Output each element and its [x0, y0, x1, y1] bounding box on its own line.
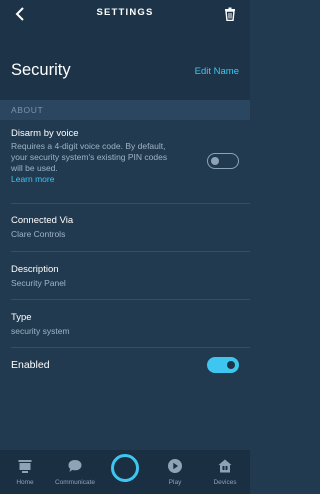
header-title: SETTINGS	[96, 7, 154, 18]
top-bar: SETTINGS	[0, 0, 250, 28]
delete-button[interactable]	[220, 4, 240, 24]
connected-via-label: Connected Via	[11, 215, 74, 226]
description-row: Description Security Panel	[11, 264, 239, 289]
tab-home[interactable]: Home	[0, 456, 50, 486]
play-icon	[168, 459, 182, 473]
tab-play[interactable]: Play	[150, 456, 200, 486]
tab-label: Communicate	[54, 479, 96, 486]
connected-via-value: Clare Controls	[11, 229, 66, 239]
description-value: Security Panel	[11, 278, 66, 288]
connected-via-row: Connected Via Clare Controls	[11, 215, 239, 240]
disarm-label: Disarm by voice	[11, 128, 79, 139]
type-row: Type security system	[11, 312, 239, 337]
divider	[11, 251, 250, 252]
disarm-description-line: Requires a 4-digit voice code. By defaul…	[11, 141, 166, 151]
disarm-by-voice-toggle[interactable]	[207, 153, 239, 169]
enabled-row: Enabled	[11, 359, 239, 371]
tab-label: Home	[16, 479, 34, 486]
section-header-label: ABOUT	[11, 105, 44, 115]
type-value: security system	[11, 326, 70, 336]
description-label: Description	[11, 264, 59, 275]
divider	[11, 347, 250, 348]
toggle-knob	[211, 156, 219, 165]
type-label: Type	[11, 312, 32, 323]
tab-communicate[interactable]: Communicate	[50, 456, 100, 486]
enabled-toggle[interactable]	[207, 357, 239, 373]
trash-icon	[225, 7, 235, 21]
chat-bubble-icon	[68, 460, 82, 472]
disarm-description: Requires a 4-digit voice code. By defaul…	[11, 141, 239, 173]
tab-label: Play	[168, 479, 182, 486]
home-icon	[18, 460, 32, 473]
page-title: Security	[11, 61, 71, 79]
divider	[11, 203, 250, 204]
toggle-knob	[227, 361, 235, 369]
alexa-ring-icon[interactable]	[111, 454, 139, 482]
devices-house-icon	[218, 459, 232, 473]
disarm-description-line: will be used.	[11, 162, 58, 173]
enabled-label: Enabled	[11, 359, 50, 371]
title-row: Security Edit Name	[0, 28, 250, 100]
divider	[11, 299, 250, 300]
section-header-about: ABOUT	[0, 100, 250, 120]
disarm-description-line: your security system's existing PIN code…	[11, 151, 168, 162]
learn-more-link[interactable]: Learn more	[11, 174, 239, 184]
disarm-by-voice-row: Disarm by voice Requires a 4-digit voice…	[11, 128, 239, 184]
tab-devices[interactable]: Devices	[200, 456, 250, 486]
tab-label: Devices	[213, 479, 237, 486]
edit-name-link[interactable]: Edit Name	[195, 66, 239, 77]
